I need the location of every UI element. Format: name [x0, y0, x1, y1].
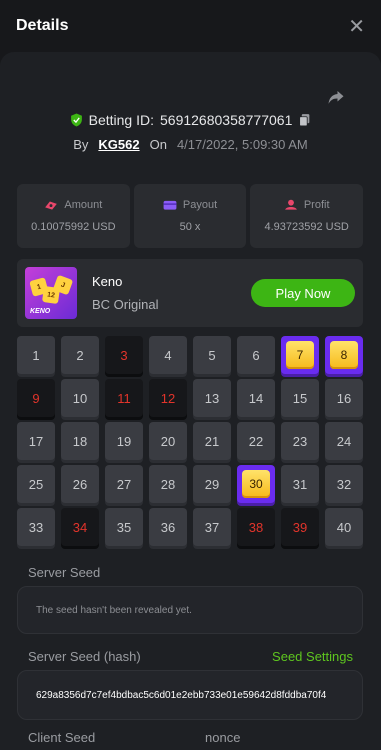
keno-cell-23: 23: [281, 422, 319, 460]
details-header: Details ✕: [0, 0, 381, 52]
keno-cell-29: 29: [193, 465, 231, 503]
client-seed-label: Client Seed: [28, 730, 96, 745]
stat-payout: Payout 50 x: [133, 184, 247, 248]
keno-cell-27: 27: [105, 465, 143, 503]
keno-cell-13: 13: [193, 379, 231, 417]
page-title: Details: [16, 17, 69, 34]
game-name: Keno: [92, 274, 123, 289]
keno-cell-16: 16: [325, 379, 363, 417]
betting-id-value: 56912680358777061: [160, 112, 293, 128]
keno-cell-20: 20: [149, 422, 187, 460]
verified-shield-icon: [70, 113, 82, 127]
keno-cell-3: 3: [105, 336, 143, 374]
keno-cell-9: 9: [17, 379, 55, 417]
username-link[interactable]: KG562: [98, 137, 139, 152]
keno-cell-6: 6: [237, 336, 275, 374]
stat-profit-value: 4.93723592 USD: [264, 221, 349, 233]
game-card: 1 12 J KENO Keno BC Original Play Now: [17, 259, 363, 327]
keno-hit-gem: 7: [286, 341, 314, 369]
stats-row: Amount 0.10075992 USD Payout 50 x Profit…: [17, 184, 364, 248]
seed-settings-link[interactable]: Seed Settings: [272, 649, 353, 664]
close-icon[interactable]: ✕: [348, 14, 365, 39]
keno-board: 1 2 3 4 5 6 7 8 9 10 11 12 13 14 15 16 17 18 19 20 21 22 23 24 2…: [17, 336, 365, 546]
keno-cell-17: 17: [17, 422, 55, 460]
keno-cell-4: 4: [149, 336, 187, 374]
server-seed-note: The seed hasn't been revealed yet.: [36, 604, 192, 616]
keno-cell-31: 31: [281, 465, 319, 503]
stat-profit: Profit 4.93723592 USD: [250, 184, 364, 248]
keno-cell-37: 37: [193, 508, 231, 546]
stat-amount: Amount 0.10075992 USD: [17, 184, 130, 248]
keno-cell-21: 21: [193, 422, 231, 460]
keno-cell-34: 34: [61, 508, 99, 546]
keno-cell-39: 39: [281, 508, 319, 546]
keno-cell-18: 18: [61, 422, 99, 460]
stat-profit-label: Profit: [303, 199, 330, 211]
by-label: By: [73, 137, 89, 152]
keno-cell-38: 38: [237, 508, 275, 546]
keno-cell-30: 30: [237, 465, 275, 503]
bet-meta-row: By KG562 On 4/17/2022, 5:09:30 AM: [0, 137, 381, 152]
betting-id-row: Betting ID: 56912680358777061: [0, 112, 381, 128]
on-label: On: [149, 137, 167, 152]
server-seed-hash-value: 629a8356d7c7ef4bdbac5c6d01e2ebb733e01e59…: [36, 689, 327, 701]
stat-payout-label: Payout: [182, 199, 218, 211]
keno-cell-32: 32: [325, 465, 363, 503]
keno-cell-1: 1: [17, 336, 55, 374]
wallet-icon: [163, 200, 177, 210]
keno-hit-gem: 8: [330, 341, 358, 369]
keno-cell-36: 36: [149, 508, 187, 546]
betting-id-label: Betting ID:: [88, 112, 154, 128]
keno-cell-19: 19: [105, 422, 143, 460]
keno-hit-gem: 30: [242, 470, 270, 498]
nonce-label: nonce: [205, 730, 241, 745]
stat-payout-value: 50 x: [179, 221, 201, 233]
keno-cell-11: 11: [105, 379, 143, 417]
copy-icon[interactable]: [298, 113, 311, 127]
server-seed-box: The seed hasn't been revealed yet.: [17, 586, 363, 634]
keno-cell-25: 25: [17, 465, 55, 503]
keno-cell-22: 22: [237, 422, 275, 460]
stat-amount-label: Amount: [64, 199, 103, 211]
play-now-button[interactable]: Play Now: [251, 279, 355, 307]
keno-thumbnail[interactable]: 1 12 J KENO: [25, 267, 77, 319]
money-icon: [45, 201, 58, 210]
keno-cell-14: 14: [237, 379, 275, 417]
keno-cell-10: 10: [61, 379, 99, 417]
thumb-logo-text: KENO: [30, 308, 51, 315]
server-seed-hash-box[interactable]: 629a8356d7c7ef4bdbac5c6d01e2ebb733e01e59…: [17, 670, 363, 720]
game-provider: BC Original: [92, 297, 159, 312]
keno-cell-2: 2: [61, 336, 99, 374]
keno-cell-12: 12: [149, 379, 187, 417]
keno-cell-8: 8: [325, 336, 363, 374]
keno-cell-26: 26: [61, 465, 99, 503]
keno-cell-7: 7: [281, 336, 319, 374]
keno-cell-5: 5: [193, 336, 231, 374]
keno-cell-40: 40: [325, 508, 363, 546]
keno-cell-35: 35: [105, 508, 143, 546]
server-seed-label: Server Seed: [28, 565, 101, 580]
server-seed-hash-label: Server Seed (hash): [28, 649, 141, 664]
keno-cell-24: 24: [325, 422, 363, 460]
keno-cell-33: 33: [17, 508, 55, 546]
bet-date: 4/17/2022, 5:09:30 AM: [176, 137, 308, 152]
keno-cell-15: 15: [281, 379, 319, 417]
keno-cell-28: 28: [149, 465, 187, 503]
share-icon[interactable]: [327, 88, 345, 106]
coins-icon: [284, 199, 297, 210]
stat-amount-value: 0.10075992 USD: [31, 221, 116, 233]
